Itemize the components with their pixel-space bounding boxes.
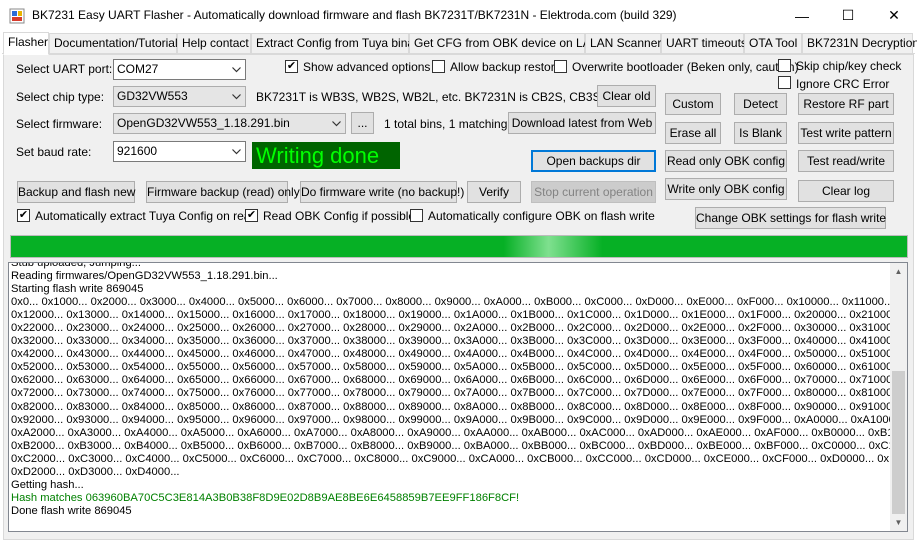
chip-note: BK7231T is WB3S, WB2S, WB2L, etc. BK7231… (256, 90, 624, 104)
log-line: Reading firmwares/OpenGD32VW553_1.18.291… (11, 270, 278, 283)
read-obk-config-label: Read OBK Config if possible (263, 209, 416, 223)
restore-rf-button[interactable]: Restore RF part (798, 93, 894, 115)
log-line: 0x42000... 0x43000... 0x44000... 0x45000… (11, 348, 902, 361)
minimize-button[interactable]: — (779, 0, 825, 31)
show-advanced-checkbox[interactable]: ✔ (285, 60, 298, 73)
uart-port-label: Select UART port: (16, 62, 113, 76)
progress-fill (11, 236, 907, 257)
tab-help-contact[interactable]: Help contact (177, 33, 251, 54)
stop-operation-button[interactable]: Stop current operation (531, 181, 656, 203)
uart-port-select[interactable]: COM27 (113, 59, 246, 80)
verify-button[interactable]: Verify (467, 181, 521, 203)
allow-backup-restore-label: Allow backup restore (450, 60, 562, 74)
ignore-crc-label: Ignore CRC Error (796, 77, 890, 91)
log-line: Hash matches 063960BA70C5C3E814A3B0B38F8… (11, 491, 520, 504)
log-scrollbar[interactable]: ▲ ▼ (890, 263, 907, 531)
log-line: 0x22000... 0x23000... 0x24000... 0x25000… (11, 322, 902, 335)
tab-uart-timeouts[interactable]: UART timeouts (661, 33, 747, 54)
browse-firmware-button[interactable]: ... (351, 112, 374, 134)
read-only-obk-button[interactable]: Read only OBK config (665, 150, 787, 172)
firmware-label: Select firmware: (16, 117, 103, 131)
chevron-down-icon (228, 142, 245, 161)
tab-flasher[interactable]: Flasher (3, 32, 49, 55)
log-line: 0xD2000... 0xD3000... 0xD4000... (11, 465, 180, 478)
allow-backup-restore-checkbox[interactable] (432, 60, 445, 73)
open-backups-button[interactable]: Open backups dir (531, 150, 656, 172)
log-line: 0x0... 0x1000... 0x2000... 0x3000... 0x4… (11, 296, 894, 309)
firmware-value: OpenGD32VW553_1.18.291.bin (117, 116, 290, 130)
log-line: 0x62000... 0x63000... 0x64000... 0x65000… (11, 374, 902, 387)
baud-rate-value: 921600 (117, 144, 158, 158)
tab-lan-scanner[interactable]: LAN Scanner (585, 33, 661, 54)
read-obk-config-checkbox[interactable]: ✔ (245, 209, 258, 222)
tab-extract-config[interactable]: Extract Config from Tuya binary (251, 33, 424, 54)
backup-and-flash-button[interactable]: Backup and flash new (17, 181, 135, 203)
firmware-backup-button[interactable]: Firmware backup (read) only (146, 181, 300, 203)
detect-button[interactable]: Detect (734, 93, 787, 115)
erase-all-button[interactable]: Erase all (665, 122, 721, 144)
app-icon (9, 8, 25, 24)
clear-old-button[interactable]: Clear old (597, 85, 656, 107)
tab-get-cfg-obk[interactable]: Get CFG from OBK device on LAN (409, 33, 599, 54)
chip-type-value: GD32VW553 (117, 89, 188, 103)
custom-button[interactable]: Custom (665, 93, 721, 115)
status-indicator: Writing done (252, 142, 400, 169)
auto-configure-obk-checkbox[interactable] (410, 209, 423, 222)
chevron-down-icon (328, 114, 345, 133)
write-only-obk-button[interactable]: Write only OBK config (665, 178, 787, 200)
log-lines: Stub uploaded, Jumping... Reading firmwar… (11, 262, 908, 518)
log-line: 0xB2000... 0xB3000... 0xB4000... 0xB5000… (11, 439, 908, 452)
scroll-down-icon[interactable]: ▼ (890, 514, 907, 531)
test-write-pattern-button[interactable]: Test write pattern (798, 122, 894, 144)
log-line: Starting flash write 869045 (11, 283, 144, 296)
maximize-button[interactable]: ☐ (825, 0, 871, 31)
show-advanced-label: Show advanced options (303, 60, 431, 74)
is-blank-button[interactable]: Is Blank (734, 122, 787, 144)
log-line: 0x52000... 0x53000... 0x54000... 0x55000… (11, 361, 902, 374)
change-obk-settings-button[interactable]: Change OBK settings for flash write (695, 207, 886, 229)
skip-chip-check-label: Skip chip/key check (796, 59, 902, 73)
clear-log-button[interactable]: Clear log (798, 180, 894, 202)
close-button[interactable]: ✕ (871, 0, 917, 31)
chip-type-select[interactable]: GD32VW553 (113, 86, 246, 107)
overwrite-bootloader-checkbox[interactable] (554, 60, 567, 73)
log-line: 0x32000... 0x33000... 0x34000... 0x35000… (11, 335, 902, 348)
auto-configure-obk-label: Automatically configure OBK on flash wri… (428, 209, 655, 223)
auto-extract-tuya-checkbox[interactable]: ✔ (17, 209, 30, 222)
log-line: 0x92000... 0x93000... 0x94000... 0x95000… (11, 413, 905, 426)
auto-extract-tuya-label: Automatically extract Tuya Config on rea… (35, 209, 258, 223)
log-textbox[interactable]: Stub uploaded, Jumping... Reading firmwar… (8, 262, 908, 532)
chevron-down-icon (228, 87, 245, 106)
log-line: 0xC2000... 0xC3000... 0xC4000... 0xC5000… (11, 452, 908, 465)
uart-port-value: COM27 (117, 62, 159, 76)
ignore-crc-checkbox[interactable] (778, 76, 791, 89)
log-line: Stub uploaded, Jumping... (11, 262, 141, 269)
log-line: 0x72000... 0x73000... 0x74000... 0x75000… (11, 387, 902, 400)
chip-type-label: Select chip type: (16, 90, 105, 104)
scroll-thumb[interactable] (892, 371, 905, 514)
bins-info: 1 total bins, 1 matching. (384, 117, 511, 131)
progress-bar (10, 235, 908, 258)
tab-bk7231n-decryption[interactable]: BK7231N Decryption (802, 33, 917, 54)
skip-chip-check-checkbox[interactable] (778, 59, 791, 72)
log-line: 0x12000... 0x13000... 0x14000... 0x15000… (11, 309, 902, 322)
firmware-select[interactable]: OpenGD32VW553_1.18.291.bin (113, 113, 346, 134)
scroll-up-icon[interactable]: ▲ (890, 263, 907, 280)
overwrite-bootloader-label: Overwrite bootloader (Beken only, cautio… (572, 60, 799, 74)
log-line: Done flash write 869045 (11, 504, 132, 517)
chevron-down-icon (228, 60, 245, 79)
log-line: 0xA2000... 0xA3000... 0xA4000... 0xA5000… (11, 426, 908, 439)
log-line: 0x82000... 0x83000... 0x84000... 0x85000… (11, 400, 902, 413)
tab-ota-tool[interactable]: OTA Tool (744, 33, 802, 54)
log-line: Getting hash... (11, 478, 84, 491)
window-title: BK7231 Easy UART Flasher - Automatically… (32, 8, 677, 22)
baud-rate-label: Set baud rate: (16, 145, 92, 159)
test-read-write-button[interactable]: Test read/write (798, 150, 894, 172)
baud-rate-select[interactable]: 921600 (113, 141, 246, 162)
do-firmware-write-button[interactable]: Do firmware write (no backup!) (300, 181, 464, 203)
tab-documentation[interactable]: Documentation/Tutorials (49, 33, 184, 54)
download-latest-button[interactable]: Download latest from Web (508, 112, 656, 134)
